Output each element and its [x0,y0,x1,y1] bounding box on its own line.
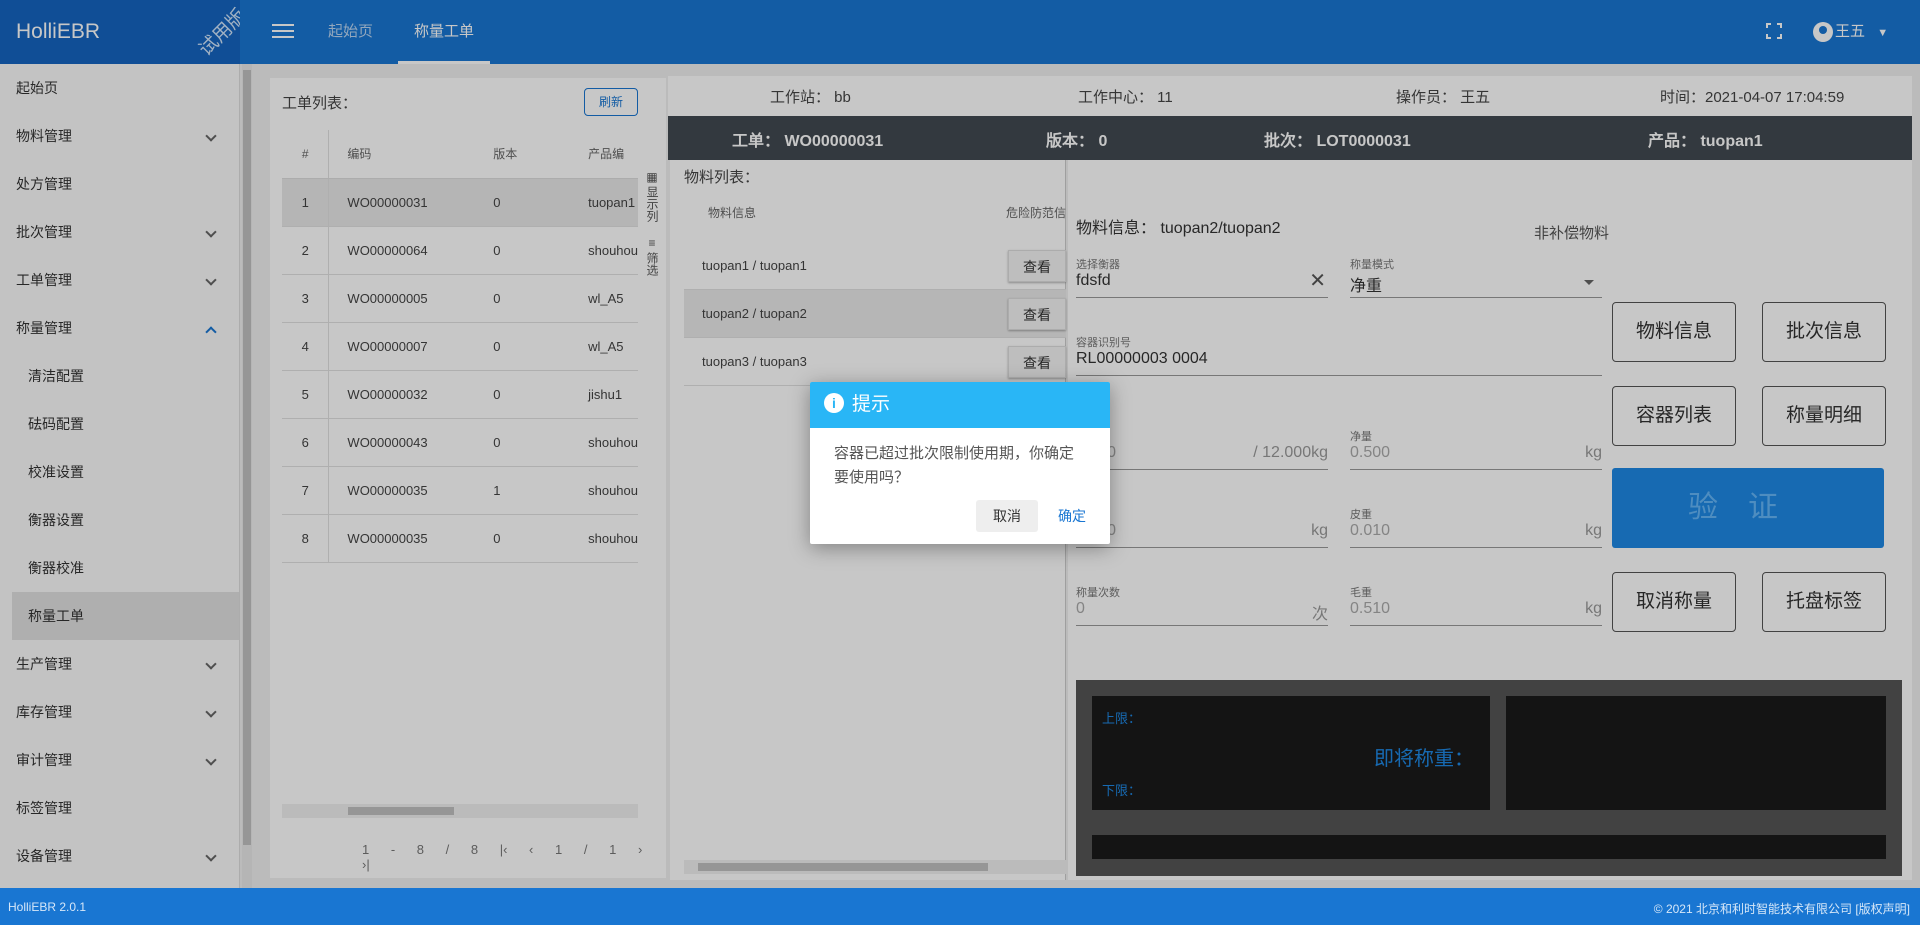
footer: HolliEBR 2.0.1 © 2021 北京和利时智能技术有限公司 [版权声… [0,888,1920,925]
dialog-header: i 提示 [810,382,1110,428]
dialog-title: 提示 [852,394,891,415]
footer-version: HolliEBR 2.0.1 [8,900,87,914]
confirm-button[interactable]: 确定 [1046,500,1098,532]
footer-copyright[interactable]: © 2021 北京和利时智能技术有限公司 [版权声明] [1654,900,1910,917]
dialog-message: 容器已超过批次限制使用期，你确定要使用吗？ [834,445,1075,486]
info-icon: i [824,392,844,413]
cancel-button[interactable]: 取消 [976,500,1038,532]
confirm-dialog: i 提示 容器已超过批次限制使用期，你确定要使用吗？ 取消 确定 [810,382,1110,544]
